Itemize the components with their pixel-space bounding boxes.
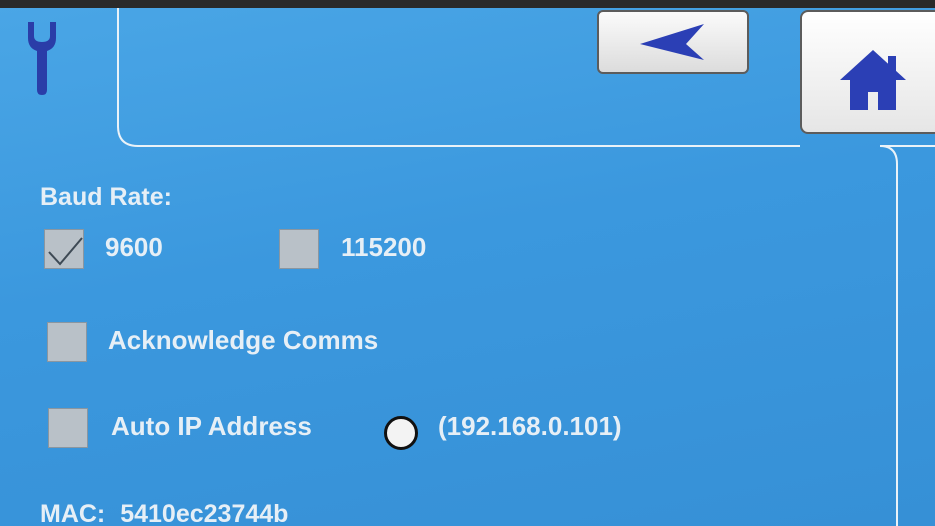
auto-ip-checkbox[interactable] [48, 408, 88, 448]
baud-115200-label: 115200 [341, 232, 427, 262]
mac-label: MAC: [40, 500, 106, 526]
baud-9600-checkbox[interactable] [44, 229, 84, 269]
acknowledge-comms-label: Acknowledge Comms [108, 325, 379, 355]
baud-rate-heading: Baud Rate: [40, 183, 172, 211]
acknowledge-comms-checkbox[interactable] [47, 322, 87, 362]
ip-status-indicator [384, 416, 418, 450]
back-button[interactable] [597, 10, 749, 74]
mac-value: 5410ec23744b [120, 500, 289, 526]
tab-panel-outline [117, 8, 935, 526]
back-arrow-icon [640, 24, 704, 60]
baud-115200-checkbox[interactable] [279, 229, 319, 269]
screen-bezel [0, 0, 935, 8]
checkmark-icon [48, 237, 83, 266]
settings-screen: Baud Rate: 9600 115200 Acknowledge Comms… [0, 0, 935, 526]
mac-address-row: MAC: 5410ec23744b [40, 500, 288, 526]
ip-address-value: (192.168.0.101) [438, 411, 622, 441]
baud-9600-label: 9600 [105, 232, 163, 262]
home-icon [839, 50, 906, 110]
home-button[interactable] [800, 10, 935, 134]
auto-ip-label: Auto IP Address [111, 411, 312, 441]
wrench-icon[interactable] [24, 18, 60, 96]
